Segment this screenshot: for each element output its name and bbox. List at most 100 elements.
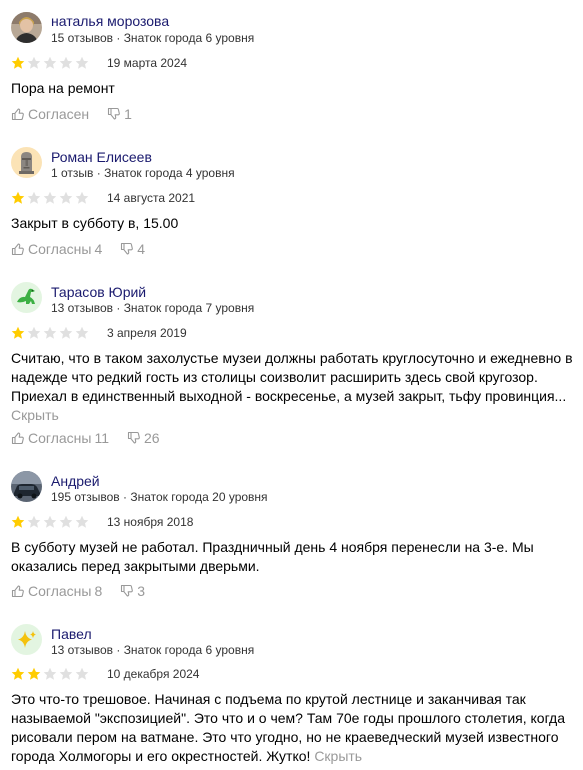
star-filled-icon (11, 326, 25, 339)
reviewer-name[interactable]: Тарасов Юрий (51, 284, 146, 300)
reviewer-meta: 13 отзывов · Знаток города 7 уровня (51, 301, 255, 315)
star-empty-icon (43, 191, 57, 204)
reviewer-name[interactable]: Павел (51, 626, 92, 642)
agree-count: 11 (94, 430, 109, 446)
star-rating (11, 191, 89, 205)
avatar[interactable] (11, 12, 42, 43)
reviewer-meta: 13 отзывов · Знаток города 6 уровня (51, 643, 255, 657)
star-rating (11, 515, 89, 529)
thumbs-down-icon (108, 107, 121, 120)
dislike-button[interactable]: 3 (120, 583, 145, 599)
star-empty-icon (59, 326, 73, 339)
star-rating (11, 667, 89, 681)
reviewer-name[interactable]: Андрей (51, 473, 100, 489)
review-actions: Согласен 1 (11, 106, 132, 122)
review-body: Закрыт в субботу в, 15.00 (11, 215, 179, 231)
star-empty-icon (43, 667, 57, 680)
review-body: Пора на ремонт (11, 80, 115, 96)
dislike-count: 3 (137, 583, 146, 599)
dislike-count: 1 (124, 106, 132, 122)
agree-label: Согласны (28, 430, 92, 446)
star-empty-icon (75, 515, 89, 528)
review-date: 10 декабря 2024 (107, 667, 200, 681)
review-body: Это что-то трешовое. Начиная с подъема п… (11, 691, 565, 764)
thumbs-down-icon (121, 242, 134, 255)
thumbs-down-icon (127, 431, 140, 444)
review-date: 13 ноября 2018 (107, 515, 194, 529)
collapse-link[interactable]: Скрыть (11, 407, 59, 423)
star-empty-icon (59, 56, 73, 69)
agree-label: Согласен (28, 106, 90, 122)
star-empty-icon (59, 191, 73, 204)
review-text: Считаю, что в таком захолустье музеи дол… (11, 349, 576, 425)
avatar[interactable] (11, 282, 42, 313)
star-empty-icon (27, 515, 41, 528)
car-photo-icon (11, 471, 42, 502)
star-empty-icon (27, 326, 41, 339)
agree-button[interactable]: Согласны 4 (11, 241, 102, 257)
thumbs-up-icon (11, 585, 24, 598)
agree-label: Согласны (28, 241, 92, 257)
star-rating (11, 56, 89, 70)
dislike-count: 4 (137, 241, 146, 257)
review-date: 3 апреля 2019 (107, 326, 187, 340)
user-photo-icon (11, 12, 42, 43)
star-filled-icon (27, 667, 41, 680)
star-empty-icon (59, 667, 73, 680)
city-expert-level: Знаток города 6 уровня (123, 643, 255, 657)
city-expert-level: Знаток города 7 уровня (123, 301, 255, 315)
reviews-count: 1 отзыв (51, 166, 94, 180)
review-actions: Согласны 4 4 (11, 241, 145, 257)
star-empty-icon (27, 56, 41, 69)
star-empty-icon (75, 191, 89, 204)
review-actions: Согласны 8 3 (11, 583, 145, 599)
review-body: Считаю, что в таком захолустье музеи дол… (11, 350, 573, 404)
star-empty-icon (43, 515, 57, 528)
reviewer-meta: 15 отзывов · Знаток города 6 уровня (51, 31, 255, 45)
review-text: Закрыт в субботу в, 15.00 (11, 214, 576, 233)
agree-button[interactable]: Согласны 8 (11, 583, 102, 599)
agree-button[interactable]: Согласен (11, 106, 89, 122)
star-empty-icon (43, 56, 57, 69)
dislike-count: 26 (144, 430, 160, 446)
star-empty-icon (75, 326, 89, 339)
thumbs-up-icon (11, 432, 24, 445)
collapse-link[interactable]: Скрыть (314, 748, 362, 764)
reviewer-meta: 1 отзыв · Знаток города 4 уровня (51, 166, 235, 180)
thumbs-down-icon (121, 584, 134, 597)
agree-button[interactable]: Согласны 11 (11, 430, 109, 446)
avatar[interactable] (11, 147, 42, 178)
city-expert-level: Знаток города 6 уровня (123, 31, 255, 45)
star-filled-icon (11, 191, 25, 204)
dislike-button[interactable]: 1 (107, 106, 132, 122)
star-empty-icon (27, 191, 41, 204)
reviewer-name[interactable]: Роман Елисеев (51, 149, 152, 165)
dislike-button[interactable]: 4 (120, 241, 145, 257)
avatar[interactable] (11, 471, 42, 502)
review-text: Пора на ремонт (11, 79, 576, 98)
star-empty-icon (43, 326, 57, 339)
thumbs-up-icon (11, 108, 24, 121)
dislike-button[interactable]: 26 (127, 430, 160, 446)
agree-count: 4 (94, 241, 103, 257)
star-empty-icon (59, 515, 73, 528)
reviews-count: 13 отзывов (51, 301, 114, 315)
star-filled-icon (11, 56, 25, 69)
review-date: 14 августа 2021 (107, 191, 196, 205)
dinosaur-icon (11, 282, 42, 313)
reviews-count: 195 отзывов (51, 490, 120, 504)
review-date: 19 марта 2024 (107, 56, 188, 70)
city-expert-level: Знаток города 4 уровня (104, 166, 235, 180)
agree-count: 8 (94, 583, 103, 599)
moai-icon (11, 147, 42, 178)
reviewer-name[interactable]: наталья морозова (51, 13, 169, 29)
star-empty-icon (75, 667, 89, 680)
review-actions: Согласны 11 26 (11, 430, 160, 446)
reviews-count: 13 отзывов (51, 643, 114, 657)
reviews-count: 15 отзывов (51, 31, 114, 45)
star-filled-icon (11, 515, 25, 528)
avatar[interactable] (11, 624, 42, 655)
star-empty-icon (75, 56, 89, 69)
sparkles-icon (11, 624, 42, 655)
review-body: В субботу музей не работал. Праздничный … (11, 539, 534, 574)
